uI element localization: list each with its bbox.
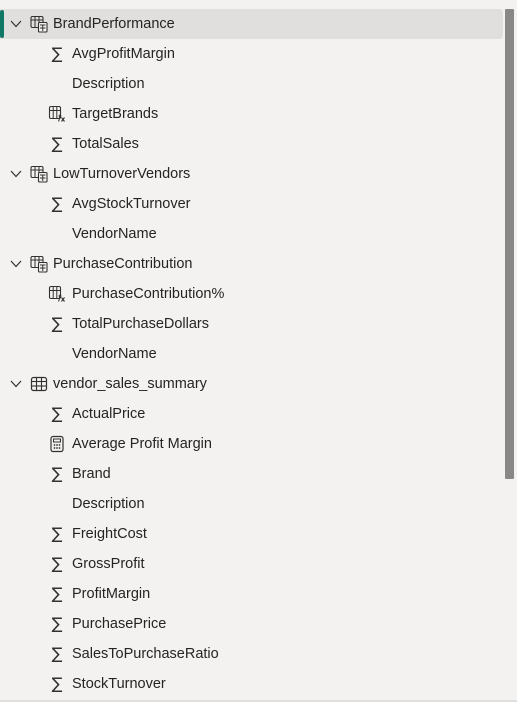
calculated-column-icon — [48, 105, 65, 122]
field-label: AvgProfitMargin — [72, 46, 175, 62]
field-row[interactable]: ∑ ActualPrice — [0, 399, 503, 429]
chevron-down-icon[interactable] — [9, 17, 23, 31]
field-row[interactable]: ∑ AvgProfitMargin — [0, 39, 503, 69]
field-row[interactable]: ∑ StockTurnover — [0, 669, 503, 699]
sigma-icon: ∑ — [51, 554, 63, 573]
calculated-table-icon — [30, 165, 48, 183]
field-label: Brand — [72, 466, 111, 482]
measure-calculator-icon — [50, 435, 64, 453]
field-row[interactable]: ∑ FreightCost — [0, 519, 503, 549]
field-label: PurchasePrice — [72, 616, 167, 632]
chevron-down-icon[interactable] — [9, 377, 23, 391]
calculated-column-icon — [48, 285, 65, 302]
field-row[interactable]: ∑ PurchasePrice — [0, 609, 503, 639]
field-label: AvgStockTurnover — [72, 196, 191, 212]
table-name: LowTurnoverVendors — [53, 166, 191, 182]
sigma-icon: ∑ — [51, 44, 63, 63]
field-label: Average Profit Margin — [72, 436, 212, 452]
field-label: Description — [72, 76, 145, 92]
table-row-3[interactable]: vendor_sales_summary — [0, 369, 503, 399]
sigma-icon: ∑ — [51, 134, 63, 153]
field-label: VendorName — [72, 346, 157, 362]
fields-tree: BrandPerformance ∑ AvgProfitMargin Descript… — [0, 9, 503, 699]
field-label: TargetBrands — [72, 106, 159, 122]
field-row[interactable]: Description — [0, 489, 503, 519]
calculated-table-icon — [30, 15, 48, 33]
table-row-1[interactable]: LowTurnoverVendors — [0, 159, 503, 189]
field-label: PurchaseContribution% — [72, 286, 225, 302]
field-row[interactable]: Average Profit Margin — [0, 429, 503, 459]
calculated-table-icon — [30, 255, 48, 273]
field-label: GrossProfit — [72, 556, 145, 572]
table-name: PurchaseContribution — [53, 256, 193, 272]
field-label: ActualPrice — [72, 406, 146, 422]
field-row[interactable]: ∑ AvgStockTurnover — [0, 189, 503, 219]
table-row-0[interactable]: BrandPerformance — [0, 9, 503, 39]
sigma-icon: ∑ — [51, 314, 63, 333]
chevron-down-icon[interactable] — [9, 257, 23, 271]
sigma-icon: ∑ — [51, 464, 63, 483]
field-row[interactable]: VendorName — [0, 219, 503, 249]
field-label: Description — [72, 496, 145, 512]
field-row[interactable]: VendorName — [0, 339, 503, 369]
sigma-icon: ∑ — [51, 674, 63, 693]
field-row[interactable]: ∑ TotalPurchaseDollars — [0, 309, 503, 339]
table-icon — [30, 376, 48, 392]
table-name: vendor_sales_summary — [53, 376, 207, 392]
vertical-scrollbar[interactable] — [505, 9, 514, 479]
field-label: TotalSales — [72, 136, 139, 152]
field-label: StockTurnover — [72, 676, 166, 692]
field-row[interactable]: Description — [0, 69, 503, 99]
field-row[interactable]: ∑ SalesToPurchaseRatio — [0, 639, 503, 669]
sigma-icon: ∑ — [51, 614, 63, 633]
field-row[interactable]: ∑ ProfitMargin — [0, 579, 503, 609]
field-label: ProfitMargin — [72, 586, 151, 602]
sigma-icon: ∑ — [51, 584, 63, 603]
field-label: SalesToPurchaseRatio — [72, 646, 219, 662]
field-label: VendorName — [72, 226, 157, 242]
sigma-icon: ∑ — [51, 644, 63, 663]
field-row[interactable]: ∑ Brand — [0, 459, 503, 489]
field-label: TotalPurchaseDollars — [72, 316, 210, 332]
field-row[interactable]: PurchaseContribution% — [0, 279, 503, 309]
table-name: BrandPerformance — [53, 16, 175, 32]
field-row[interactable]: ∑ GrossProfit — [0, 549, 503, 579]
sigma-icon: ∑ — [51, 194, 63, 213]
field-row[interactable]: TargetBrands — [0, 99, 503, 129]
field-row[interactable]: ∑ TotalSales — [0, 129, 503, 159]
chevron-down-icon[interactable] — [9, 167, 23, 181]
sigma-icon: ∑ — [51, 404, 63, 423]
field-label: FreightCost — [72, 526, 147, 542]
table-row-2[interactable]: PurchaseContribution — [0, 249, 503, 279]
sigma-icon: ∑ — [51, 524, 63, 543]
